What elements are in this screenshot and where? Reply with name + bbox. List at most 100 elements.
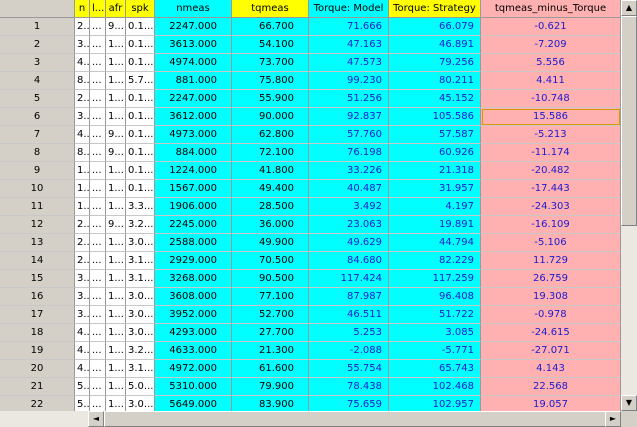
cell-col-n[interactable]: 3...: [75, 36, 90, 54]
cell-col-afr[interactable]: 9...: [106, 18, 126, 36]
cell-col-tqmeas[interactable]: 28.500: [232, 198, 309, 216]
cell-col-nmeas[interactable]: 3613.000: [155, 36, 232, 54]
cell-col-n[interactable]: 3...: [75, 288, 90, 306]
cell-col-torque-strategy[interactable]: 45.152: [389, 90, 481, 108]
scroll-up-button[interactable]: ▲: [621, 0, 637, 16]
cell-col-tqmeas-minus-torque[interactable]: -27.071: [481, 342, 621, 360]
cell-col-tqmeas[interactable]: 79.900: [232, 378, 309, 396]
cell-col-spk[interactable]: 3.1...: [126, 252, 155, 270]
cell-col-torque-strategy[interactable]: 46.891: [389, 36, 481, 54]
cell-col-spk[interactable]: 3.0...: [126, 396, 155, 411]
cell-col-spk[interactable]: 5.7...: [126, 72, 155, 90]
cell-row-number[interactable]: 10: [0, 180, 75, 198]
cell-col-torque-model[interactable]: 5.253: [309, 324, 389, 342]
cell-col-tqmeas[interactable]: 52.700: [232, 306, 309, 324]
cell-col-tqmeas[interactable]: 41.800: [232, 162, 309, 180]
cell-col-spk[interactable]: 0.1...: [126, 36, 155, 54]
cell-col-torque-strategy[interactable]: 65.743: [389, 360, 481, 378]
cell-col-nmeas[interactable]: 3608.000: [155, 288, 232, 306]
cell-col-torque-model[interactable]: 49.629: [309, 234, 389, 252]
cell-col-tqmeas-minus-torque[interactable]: -20.482: [481, 162, 621, 180]
cell-col-torque-strategy[interactable]: 44.794: [389, 234, 481, 252]
cell-col-l[interactable]: ...: [90, 72, 106, 90]
cell-col-torque-strategy[interactable]: 3.085: [389, 324, 481, 342]
table-row[interactable]: 163......1...3.0...3608.00077.10087.9879…: [0, 288, 621, 306]
cell-col-tqmeas-minus-torque[interactable]: -5.106: [481, 234, 621, 252]
cell-col-tqmeas-minus-torque[interactable]: 19.308: [481, 288, 621, 306]
cell-col-n[interactable]: 4...: [75, 324, 90, 342]
cell-col-spk[interactable]: 0.1...: [126, 54, 155, 72]
header-col-spk[interactable]: spk: [126, 0, 155, 18]
cell-col-afr[interactable]: 1...: [106, 396, 126, 411]
cell-col-n[interactable]: 3...: [75, 108, 90, 126]
cell-col-tqmeas-minus-torque[interactable]: 26.759: [481, 270, 621, 288]
table-row[interactable]: 34......1...0.1...4974.00073.70047.57379…: [0, 54, 621, 72]
cell-col-spk[interactable]: 3.0...: [126, 288, 155, 306]
cell-row-number[interactable]: 2: [0, 36, 75, 54]
cell-col-l[interactable]: ...: [90, 180, 106, 198]
cell-col-l[interactable]: ...: [90, 324, 106, 342]
cell-col-n[interactable]: 5...: [75, 396, 90, 411]
cell-row-number[interactable]: 14: [0, 252, 75, 270]
cell-col-n[interactable]: 2...: [75, 18, 90, 36]
cell-col-nmeas[interactable]: 3268.000: [155, 270, 232, 288]
cell-col-l[interactable]: ...: [90, 126, 106, 144]
cell-row-number[interactable]: 20: [0, 360, 75, 378]
cell-col-spk[interactable]: 3.0...: [126, 306, 155, 324]
table-row[interactable]: 101......1...0.1...1567.00049.40040.4873…: [0, 180, 621, 198]
cell-col-nmeas[interactable]: 2247.000: [155, 18, 232, 36]
cell-col-n[interactable]: 4...: [75, 126, 90, 144]
cell-col-l[interactable]: ...: [90, 306, 106, 324]
cell-col-spk[interactable]: 5.0...: [126, 378, 155, 396]
cell-col-spk[interactable]: 0.1...: [126, 90, 155, 108]
cell-col-l[interactable]: ...: [90, 18, 106, 36]
cell-col-afr[interactable]: 1...: [106, 342, 126, 360]
cell-col-tqmeas[interactable]: 21.300: [232, 342, 309, 360]
table-row[interactable]: 91......1...0.1...1224.00041.80033.22621…: [0, 162, 621, 180]
cell-row-number[interactable]: 9: [0, 162, 75, 180]
cell-col-torque-model[interactable]: 23.063: [309, 216, 389, 234]
cell-col-l[interactable]: ...: [90, 378, 106, 396]
table-row[interactable]: 74......9...0.1...4973.00062.80057.76057…: [0, 126, 621, 144]
cell-col-torque-strategy[interactable]: 96.408: [389, 288, 481, 306]
cell-col-torque-strategy[interactable]: 79.256: [389, 54, 481, 72]
cell-row-number[interactable]: 5: [0, 90, 75, 108]
cell-col-torque-model[interactable]: -2.088: [309, 342, 389, 360]
vertical-scrollbar[interactable]: ▲ ▼: [621, 0, 637, 411]
cell-col-torque-model[interactable]: 76.198: [309, 144, 389, 162]
data-grid[interactable]: n l... afr spk nmeas tqmeas Torque: Model Torqu…: [0, 0, 621, 411]
cell-col-l[interactable]: ...: [90, 36, 106, 54]
table-row[interactable]: 63......1...0.1...3612.00090.00092.83710…: [0, 108, 621, 126]
cell-row-number[interactable]: 8: [0, 144, 75, 162]
cell-col-nmeas[interactable]: 5649.000: [155, 396, 232, 411]
cell-col-tqmeas[interactable]: 75.800: [232, 72, 309, 90]
cell-col-afr[interactable]: 9...: [106, 126, 126, 144]
header-col-l[interactable]: l...: [90, 0, 106, 18]
cell-col-tqmeas[interactable]: 66.700: [232, 18, 309, 36]
cell-col-spk[interactable]: 3.2...: [126, 216, 155, 234]
cell-col-afr[interactable]: 1...: [106, 72, 126, 90]
cell-col-l[interactable]: ...: [90, 252, 106, 270]
scroll-left-button[interactable]: ◄: [88, 411, 104, 427]
table-row[interactable]: 153......1...3.1...3268.00090.500117.424…: [0, 270, 621, 288]
cell-col-tqmeas-minus-torque[interactable]: -5.213: [481, 126, 621, 144]
horizontal-scrollbar[interactable]: ◄ ►: [0, 411, 621, 427]
cell-col-torque-model[interactable]: 84.680: [309, 252, 389, 270]
cell-col-tqmeas[interactable]: 72.100: [232, 144, 309, 162]
table-row[interactable]: 204......1...3.1...4972.00061.60055.7546…: [0, 360, 621, 378]
cell-col-afr[interactable]: 1...: [106, 90, 126, 108]
cell-col-nmeas[interactable]: 881.000: [155, 72, 232, 90]
cell-col-spk[interactable]: 0.1...: [126, 126, 155, 144]
header-col-tqmeas-minus-torque[interactable]: tqmeas_minus_Torque: [481, 0, 621, 18]
cell-col-tqmeas-minus-torque[interactable]: 4.411: [481, 72, 621, 90]
cell-col-n[interactable]: 2...: [75, 252, 90, 270]
table-row[interactable]: 142......1...3.1...2929.00070.50084.6808…: [0, 252, 621, 270]
cell-col-spk[interactable]: 0.1...: [126, 18, 155, 36]
cell-col-tqmeas[interactable]: 54.100: [232, 36, 309, 54]
cell-col-l[interactable]: ...: [90, 360, 106, 378]
header-col-torque-model[interactable]: Torque: Model: [309, 0, 389, 18]
table-row[interactable]: 12......9...0.1...2247.00066.70071.66666…: [0, 18, 621, 36]
cell-col-tqmeas[interactable]: 49.900: [232, 234, 309, 252]
cell-row-number[interactable]: 3: [0, 54, 75, 72]
cell-col-nmeas[interactable]: 884.000: [155, 144, 232, 162]
